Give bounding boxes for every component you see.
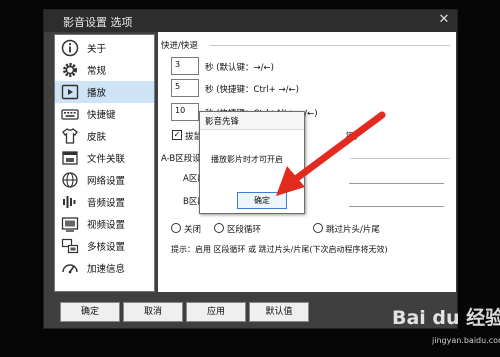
audio-icon <box>63 196 76 208</box>
screen: 影音设置 选项 ✕ 关于 常规 播放 快捷键 皮肤 文件关联 网络设置 音频设置… <box>0 0 500 357</box>
check-mark-icon: ✓ <box>173 130 181 139</box>
watermark-url: jingyan.baidu.com <box>432 336 500 345</box>
a-segment-slider[interactable] <box>349 183 444 184</box>
close-icon: ✕ <box>438 12 450 27</box>
window-title: 影音设置 选项 <box>63 16 133 29</box>
radio-close-label: 关闭 <box>184 225 202 235</box>
sidebar-item-label: 快捷键 <box>87 110 116 121</box>
speed-icon <box>62 264 78 274</box>
sidebar: 关于 常规 播放 快捷键 皮肤 文件关联 网络设置 音频设置 视频设置 多核设置… <box>54 34 155 292</box>
ok-button[interactable]: 确定 <box>60 302 120 322</box>
mouse-checkbox[interactable]: ✓ <box>172 130 182 140</box>
sidebar-item-label: 视频设置 <box>87 220 126 231</box>
sidebar-item-playback[interactable]: 播放 <box>55 81 154 103</box>
cancel-button[interactable]: 取消 <box>123 302 183 322</box>
info-icon <box>61 39 79 57</box>
mouse-checkbox-label-suffix: 键) <box>346 132 358 142</box>
radio-skip[interactable] <box>313 223 323 233</box>
play-icon <box>61 84 79 100</box>
radio-loop-label: 区段循环 <box>227 225 262 235</box>
sidebar-item-label: 常规 <box>87 66 107 77</box>
dialog-title-bar[interactable]: 影音先锋 <box>200 112 304 130</box>
seek-step-label-2: 秒 (快捷键：Ctrl+ →/←) <box>205 85 299 95</box>
keyboard-icon <box>61 109 79 120</box>
sidebar-item-multicore[interactable]: 多核设置 <box>55 235 154 257</box>
sidebar-item-label: 加速信息 <box>87 264 126 275</box>
sidebar-item-label: 多核设置 <box>87 242 126 253</box>
network-icon <box>62 172 78 188</box>
apply-button[interactable]: 应用 <box>186 302 246 322</box>
hint-text: 提示：启用 区段循环 或 跳过片头/片尾(下次启动程序将无效) <box>171 245 388 254</box>
sidebar-item-label: 网络设置 <box>87 176 126 187</box>
radio-skip-label: 跳过片头/片尾 <box>326 225 380 235</box>
default-button[interactable]: 默认值 <box>249 302 309 322</box>
dialog-message: 播放影片时才可开启 <box>211 155 283 164</box>
multicore-icon <box>61 238 79 254</box>
sidebar-item-hotkeys[interactable]: 快捷键 <box>55 103 154 125</box>
sidebar-item-skin[interactable]: 皮肤 <box>55 125 154 147</box>
file-association-icon <box>62 151 78 165</box>
seek-step-label-1: 秒 (默认键：→/←) <box>205 63 274 73</box>
message-dialog: 影音先锋 播放影片时才可开启 确定 <box>199 111 305 214</box>
dialog-ok-button[interactable]: 确定 <box>237 192 287 209</box>
section-ab-title: A-B区段设 <box>161 154 201 164</box>
seek-step-input-2[interactable]: 5 <box>171 79 199 97</box>
sidebar-item-label: 皮肤 <box>87 132 107 143</box>
sidebar-item-video[interactable]: 视频设置 <box>55 213 154 235</box>
b-segment-slider[interactable] <box>349 206 444 207</box>
sidebar-item-label: 播放 <box>87 88 107 99</box>
sidebar-item-label: 关于 <box>87 44 107 55</box>
shirt-icon <box>62 128 78 144</box>
watermark-logo: Bai du 经验 <box>392 307 500 329</box>
title-bar[interactable]: 影音设置 选项 ✕ <box>44 10 457 32</box>
radio-close[interactable] <box>171 223 181 233</box>
watermark: Bai du 经验 jingyan.baidu.com <box>392 303 500 353</box>
sidebar-item-about[interactable]: 关于 <box>55 37 154 59</box>
sidebar-item-network[interactable]: 网络设置 <box>55 169 154 191</box>
seek-step-input-1[interactable]: 3 <box>171 57 199 75</box>
divider <box>350 158 450 159</box>
sidebar-item-general[interactable]: 常规 <box>55 59 154 81</box>
close-button[interactable]: ✕ <box>436 12 452 28</box>
sidebar-item-label: 音频设置 <box>87 198 126 209</box>
sidebar-item-acceleration[interactable]: 加速信息 <box>55 257 154 279</box>
seek-step-input-3[interactable]: 10 <box>171 103 199 121</box>
section-fast-title: 快进/快退 <box>161 41 198 51</box>
radio-loop[interactable] <box>214 223 224 233</box>
video-icon <box>61 217 79 232</box>
gear-icon <box>63 63 77 77</box>
sidebar-item-audio[interactable]: 音频设置 <box>55 191 154 213</box>
sidebar-item-file-association[interactable]: 文件关联 <box>55 147 154 169</box>
divider <box>210 45 450 46</box>
dialog-title: 影音先锋 <box>205 117 240 127</box>
sidebar-item-label: 文件关联 <box>87 154 126 165</box>
